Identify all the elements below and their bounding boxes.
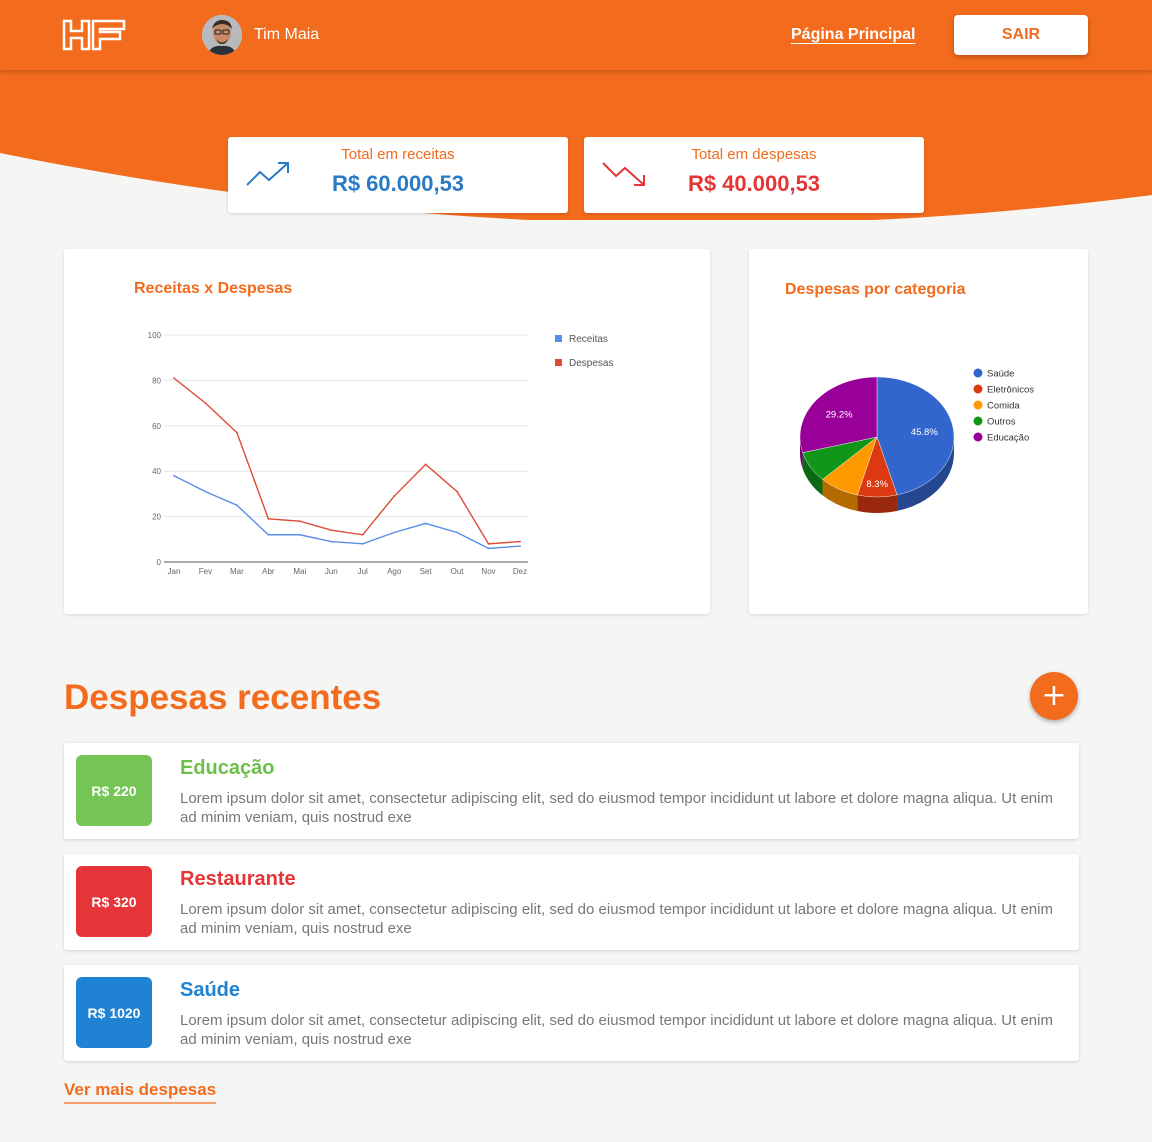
data-point <box>267 517 270 520</box>
user-photo-icon <box>202 15 242 55</box>
legend-label: Outros <box>987 417 1016 428</box>
pie-chart: 45.8% 8.3% 29.2% Saúde Eletrônicos Comida Outr… <box>799 368 1034 513</box>
data-point <box>487 547 490 550</box>
x-tick-label: Jul <box>358 567 368 576</box>
expense-description: Lorem ipsum dolor sit amet, consectetur … <box>180 1012 1053 1048</box>
logout-button[interactable]: SAIR <box>954 15 1088 55</box>
expense-item[interactable]: R$ 220 Educação Lorem ipsum dolor sit am… <box>64 743 1079 839</box>
add-expense-button[interactable]: + <box>1030 672 1078 720</box>
x-tick-label: Jun <box>325 567 338 576</box>
expense-item[interactable]: R$ 320 Restaurante Lorem ipsum dolor sit… <box>64 854 1079 950</box>
expense-amount-badge: R$ 220 <box>76 755 152 826</box>
data-point <box>236 431 238 434</box>
header-wave <box>0 60 1152 220</box>
expense-total-card: Total em despesas R$ 40.000,53 <box>584 137 924 213</box>
data-point <box>173 474 175 477</box>
x-tick-label: Out <box>451 567 465 576</box>
hf-logo[interactable] <box>62 19 126 51</box>
y-tick-label: 60 <box>152 422 161 431</box>
x-tick-label: Mai <box>293 567 306 576</box>
legend-label: Receitas <box>569 334 608 345</box>
data-point <box>519 545 521 548</box>
data-point <box>424 463 427 466</box>
expense-title: Educação <box>180 757 275 779</box>
legend-label: Comida <box>987 401 1020 412</box>
legend-label: Educação <box>987 433 1029 444</box>
nav-home-link[interactable]: Página Principal <box>791 26 915 44</box>
data-point <box>330 540 333 543</box>
data-point <box>361 533 364 536</box>
legend-swatch <box>973 400 983 410</box>
x-tick-label: Abr <box>262 567 275 576</box>
data-point <box>267 533 270 536</box>
legend-swatch <box>555 335 562 342</box>
y-tick-label: 40 <box>152 467 161 476</box>
see-more-expenses-link[interactable]: Ver mais despesas <box>64 1080 217 1104</box>
top-bar: Tim Maia Página Principal SAIR <box>0 0 1152 70</box>
pie-slice-side <box>857 494 898 513</box>
series-line-despesas <box>173 377 521 545</box>
expense-total-label: Total em despesas <box>691 146 817 163</box>
x-tick-label: Ago <box>387 567 402 576</box>
x-tick-label: Dez <box>513 567 527 576</box>
data-point <box>361 542 364 545</box>
x-tick-label: Nov <box>481 567 495 576</box>
expense-title: Restaurante <box>180 868 296 890</box>
data-point <box>298 533 301 536</box>
expense-amount-badge: R$ 1020 <box>76 977 152 1048</box>
data-point <box>204 490 207 493</box>
recent-expenses-title: Despesas recentes <box>64 678 382 717</box>
data-point <box>330 529 333 532</box>
legend-label: Eletrônicos <box>987 385 1034 396</box>
user-name: Tim Maia <box>254 26 320 43</box>
expense-total-value: R$ 40.000,53 <box>687 171 821 196</box>
y-tick-label: 100 <box>148 331 162 340</box>
pie-slice-label: 45.8% <box>911 427 938 438</box>
expense-item[interactable]: R$ 1020 Saúde Lorem ipsum dolor sit amet… <box>64 965 1079 1061</box>
series-line-receitas <box>173 475 521 550</box>
legend-swatch <box>973 368 983 378</box>
expense-description: Lorem ipsum dolor sit amet, consectetur … <box>180 790 1053 826</box>
data-point <box>236 504 238 507</box>
data-point <box>204 402 207 404</box>
legend-swatch <box>973 416 983 426</box>
line-chart: 0 20 40 60 80 100 Jan Fev Mar Abr Mai Jun Jul Ago Set O… <box>148 331 614 576</box>
legend-swatch <box>555 359 562 366</box>
line-chart-card: Receitas x Despesas 0 20 40 60 80 100 Jan Fev Ma… <box>64 249 710 614</box>
legend-label: Despesas <box>569 358 613 369</box>
data-point <box>519 540 521 543</box>
income-total-value: R$ 60.000,53 <box>331 171 465 196</box>
avatar[interactable] <box>202 15 242 55</box>
data-point <box>393 495 396 498</box>
y-tick-label: 0 <box>157 558 162 567</box>
x-tick-label: Jan <box>168 567 181 576</box>
data-point <box>393 531 396 534</box>
x-tick-label: Fev <box>199 567 212 576</box>
data-point <box>424 522 427 525</box>
pie-slice-label: 8.3% <box>866 479 888 490</box>
income-total-label: Total em receitas <box>341 146 455 163</box>
expense-amount-badge: R$ 320 <box>76 866 152 937</box>
pie-chart-card: Despesas por categoria 45.8% 8.3% 29.2% Saú… <box>749 249 1088 614</box>
pie-slice-label: 29.2% <box>826 409 853 420</box>
y-tick-label: 20 <box>152 513 161 522</box>
x-tick-label: Mar <box>230 567 244 576</box>
data-point <box>487 542 490 545</box>
data-point <box>456 531 458 534</box>
data-point <box>173 377 175 380</box>
legend-label: Saúde <box>987 369 1014 380</box>
y-tick-label: 80 <box>152 376 161 385</box>
data-point <box>456 490 458 493</box>
legend-swatch <box>973 384 983 394</box>
expense-description: Lorem ipsum dolor sit amet, consectetur … <box>180 901 1053 937</box>
data-point <box>298 520 301 523</box>
legend-swatch <box>973 432 983 442</box>
x-tick-label: Set <box>420 567 433 576</box>
expense-title: Saúde <box>180 979 241 1001</box>
income-total-card: Total em receitas R$ 60.000,53 <box>228 137 568 213</box>
